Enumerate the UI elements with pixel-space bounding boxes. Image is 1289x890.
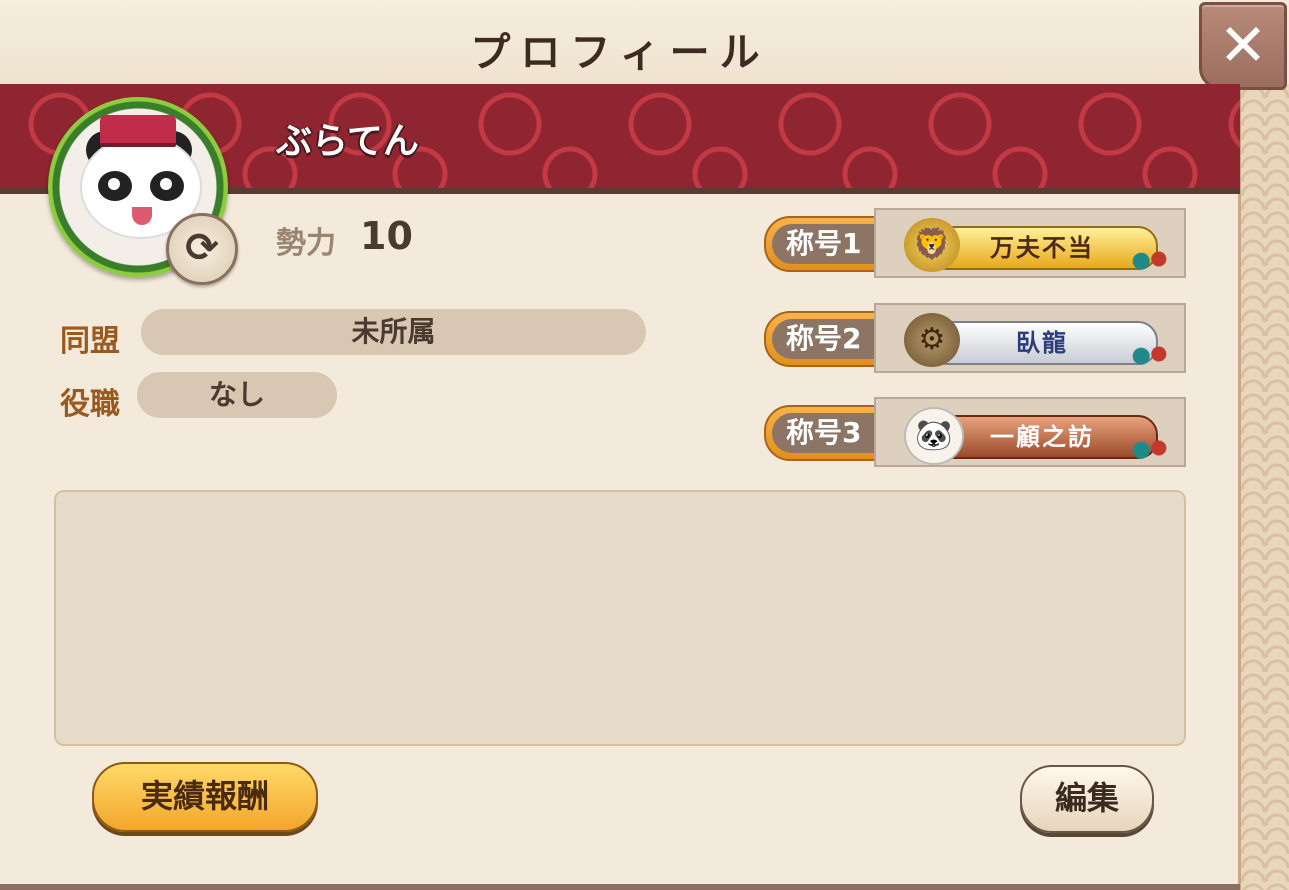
profile-panel: プロフィール ✕ ぶらてん ⟳ 勢力 10 同盟 未所属 役職 なし 称号1 万… bbox=[0, 0, 1289, 890]
edit-button[interactable]: 編集 bbox=[1020, 765, 1154, 833]
title-tag-label: 称号3 bbox=[772, 413, 886, 453]
panda-eye-left bbox=[98, 171, 132, 201]
refresh-icon: ⟳ bbox=[185, 225, 219, 271]
title-badge[interactable]: 万夫不当 🦁 bbox=[874, 208, 1186, 278]
title-badge[interactable]: 臥龍 ⚙ bbox=[874, 303, 1186, 373]
power-value: 10 bbox=[360, 214, 413, 258]
title-badge[interactable]: 一顧之訪 🐼 bbox=[874, 397, 1186, 467]
panda-mouth bbox=[132, 207, 152, 225]
achievements-button[interactable]: 実績報酬 bbox=[92, 762, 318, 832]
title-badge-text: 臥龍 bbox=[926, 321, 1158, 365]
title-tag: 称号2 bbox=[764, 311, 888, 367]
close-button[interactable]: ✕ bbox=[1199, 2, 1287, 90]
bottom-border bbox=[0, 884, 1240, 890]
title-row-3[interactable]: 称号3 一顧之訪 🐼 bbox=[764, 397, 1186, 467]
cloud-icon bbox=[1128, 343, 1172, 365]
page-title: プロフィール bbox=[470, 30, 770, 76]
gear-icon: ⚙ bbox=[904, 313, 960, 367]
cloud-icon bbox=[1128, 437, 1172, 459]
title-tag-label: 称号1 bbox=[772, 224, 886, 264]
alliance-label: 同盟 bbox=[60, 324, 120, 359]
decorative-side-strip bbox=[1238, 84, 1289, 890]
title-tag-label: 称号2 bbox=[772, 319, 886, 359]
role-label: 役職 bbox=[60, 387, 120, 422]
cloud-icon bbox=[1128, 248, 1172, 270]
panda-eye-right bbox=[150, 171, 184, 201]
title-row-1[interactable]: 称号1 万夫不当 🦁 bbox=[764, 208, 1186, 278]
role-value: なし bbox=[137, 372, 337, 418]
lion-icon: 🦁 bbox=[904, 218, 960, 272]
alliance-value: 未所属 bbox=[141, 309, 646, 355]
title-tag: 称号1 bbox=[764, 216, 888, 272]
power-label: 勢力 bbox=[276, 226, 336, 261]
close-icon: ✕ bbox=[1218, 11, 1268, 79]
title-badge-text: 万夫不当 bbox=[926, 226, 1158, 270]
change-avatar-button[interactable]: ⟳ bbox=[166, 213, 238, 285]
panda-icon: 🐼 bbox=[904, 407, 964, 465]
title-row-2[interactable]: 称号2 臥龍 ⚙ bbox=[764, 303, 1186, 373]
bio-box[interactable] bbox=[54, 490, 1186, 746]
player-name: ぶらてん bbox=[276, 121, 419, 162]
panda-hat bbox=[100, 115, 176, 147]
title-tag: 称号3 bbox=[764, 405, 888, 461]
